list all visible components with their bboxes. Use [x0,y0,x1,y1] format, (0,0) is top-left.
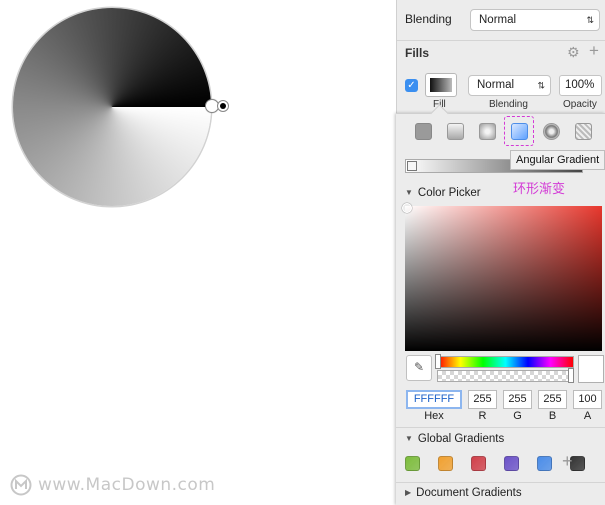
disclosure-triangle-icon: ▶ [405,488,412,497]
annotation-label: 环形渐变 [513,182,566,197]
fill-type-tooltip: Angular Gradient [510,150,605,170]
watermark-text: www.MacDown.com [38,475,216,495]
global-gradient-swatch[interactable] [471,456,486,471]
add-fill-button[interactable]: + [589,41,599,61]
flat-color-fill-type-icon[interactable] [415,123,432,140]
blending-select-value: Normal [479,14,517,26]
pattern-fill-type-icon[interactable] [575,123,592,140]
linear-gradient-fill-type-icon[interactable] [447,123,464,140]
canvas[interactable]: www.MacDown.com [0,0,396,504]
opacity-sublabel: Opacity [563,99,597,110]
gradient-end-handle[interactable] [217,100,229,112]
fill-blending-value: Normal [477,79,515,91]
eyedropper-icon: ✎ [413,360,425,374]
hue-slider-thumb[interactable] [435,354,441,369]
color-field-cursor[interactable] [402,203,412,213]
red-label: R [478,410,487,422]
add-global-gradient-button[interactable]: + [562,451,573,472]
color-picker-header[interactable]: ▼ Color Picker [405,187,481,199]
blending-row: Blending Normal ⇅ [397,0,605,40]
gradient-stop-handle[interactable] [407,161,417,171]
color-picker-title: Color Picker [417,187,481,199]
red-input[interactable]: 255 [468,390,497,409]
hex-label: Hex [424,410,444,422]
blending-sublabel: Blending [489,99,528,110]
divider [396,427,605,428]
blue-label: B [548,410,557,422]
green-input[interactable]: 255 [503,390,532,409]
divider [397,40,605,41]
select-chevron-icon: ⇅ [586,15,594,25]
disclosure-triangle-icon: ▼ [405,188,413,197]
color-saturation-field[interactable] [405,206,602,351]
noise-fill-type-icon[interactable] [543,123,560,140]
fill-enabled-checkbox[interactable]: ✓ [405,79,418,92]
select-chevron-icon: ⇅ [537,80,545,90]
hue-slider[interactable] [437,356,574,368]
fill-popover: Angular Gradient 环形渐变 ▼ Color Picker ✎ FF… [396,104,605,505]
watermark: www.MacDown.com [10,474,215,496]
alpha-input[interactable]: 100 [573,390,602,409]
eyedropper-button[interactable]: ✎ [406,355,432,381]
blending-label: Blending [405,12,452,26]
angular-gradient-circle[interactable] [13,8,211,206]
color-preview-swatch [578,355,604,383]
alpha-slider-thumb[interactable] [568,368,574,383]
alpha-label: A [583,410,592,422]
hex-input[interactable]: FFFFFF [406,390,462,409]
fill-swatch[interactable] [425,73,457,97]
blue-input[interactable]: 255 [538,390,567,409]
global-gradients-header[interactable]: ▼ Global Gradients [405,433,504,445]
global-gradient-swatch[interactable] [405,456,420,471]
radial-gradient-fill-type-icon[interactable] [479,123,496,140]
alpha-slider[interactable] [437,370,574,382]
green-label: G [513,410,522,422]
fills-title: Fills [405,46,430,60]
fill-blending-select[interactable]: Normal ⇅ [468,75,551,96]
global-gradient-swatch[interactable] [504,456,519,471]
angular-gradient-highlight [504,116,534,146]
disclosure-triangle-icon: ▼ [405,434,413,443]
global-gradients-title: Global Gradients [417,433,505,445]
document-gradients-title: Document Gradients [416,487,522,499]
global-gradient-swatch[interactable] [537,456,552,471]
fill-opacity-input[interactable]: 100% [559,75,602,96]
document-gradients-header[interactable]: ▶ Document Gradients [405,487,522,499]
macdown-logo-icon [10,474,32,496]
gear-icon[interactable]: ⚙ [567,44,581,60]
global-gradient-swatch[interactable] [438,456,453,471]
divider [396,482,605,483]
blending-select[interactable]: Normal ⇅ [470,9,600,31]
